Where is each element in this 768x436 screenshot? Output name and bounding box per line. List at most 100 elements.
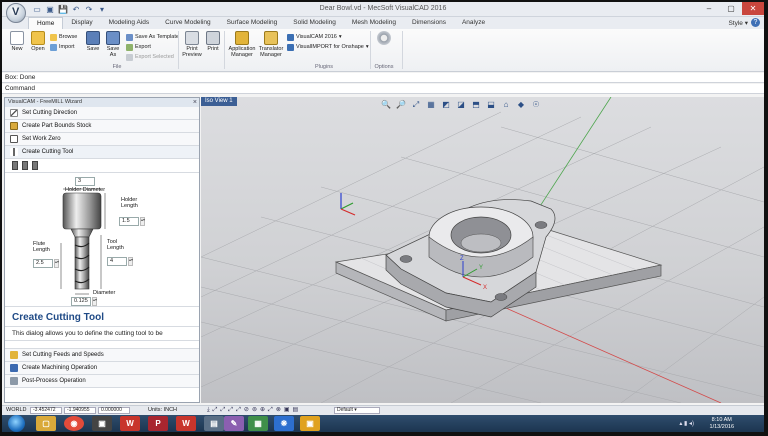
step-set-work-zero[interactable]: Set Work Zero: [5, 133, 199, 146]
step-create-cutting-tool[interactable]: Create Cutting Tool: [5, 146, 199, 159]
browse-button[interactable]: Browse: [50, 33, 77, 41]
tool-length-spinner[interactable]: ▴▾: [128, 257, 133, 266]
tab-modeling-aids[interactable]: Modeling Aids: [101, 17, 157, 29]
holder-length-input[interactable]: 1.5: [119, 217, 139, 226]
taskbar-app-6[interactable]: W: [176, 416, 196, 431]
visualimport-button[interactable]: VisualIMPORT for Onshape ▾: [287, 43, 369, 51]
tab-solid-modeling[interactable]: Solid Modeling: [285, 17, 344, 29]
tool-length-label: Tool Length: [107, 239, 124, 251]
tab-analyze[interactable]: Analyze: [454, 17, 493, 29]
step-create-machining-operation[interactable]: Create Machining Operation: [5, 362, 199, 375]
app-logo-letter: V: [12, 6, 20, 18]
visualcam-button[interactable]: VisualCAM 2016 ▾: [287, 33, 342, 41]
holder-diameter-input[interactable]: 3: [75, 177, 95, 186]
minimize-button[interactable]: –: [698, 2, 720, 15]
new-file-icon: [10, 31, 24, 45]
folder-open-icon: [31, 31, 45, 45]
snap-intersect-icon[interactable]: ⊗: [276, 406, 281, 415]
corner-radius-mill-icon[interactable]: [32, 161, 38, 170]
taskbar-app-9[interactable]: ▦: [248, 416, 268, 431]
system-tray[interactable]: ▴ ▮ ◂): [679, 420, 694, 427]
panel-title-text: VisualCAM - FreeMILL Wizard: [8, 99, 82, 105]
holder-length-spinner[interactable]: ▴▾: [140, 217, 145, 226]
taskbar-app-3[interactable]: ▣: [92, 416, 112, 431]
iso-viewport[interactable]: Iso View 1 🔍 🔎 ⤢ ▦ ◩ ◪ ⬒ ⬓ ⌂ ◆ ☉ Z Y X: [201, 97, 764, 403]
snap-end-icon[interactable]: ⤢: [213, 406, 218, 415]
tab-dimensions[interactable]: Dimensions: [404, 17, 454, 29]
taskbar-app-7[interactable]: ▤: [204, 416, 224, 431]
taskbar-clock[interactable]: 8:10 AM 1/13/2016: [710, 417, 734, 431]
save-button-label: Save: [86, 46, 100, 52]
model-scene: Z Y X: [201, 97, 764, 403]
mount-hole-front: [494, 293, 508, 301]
new-button[interactable]: New: [8, 31, 26, 52]
taskbar-chrome[interactable]: ◉: [64, 416, 84, 431]
save-disk-icon: [86, 31, 100, 45]
snap-mid-icon[interactable]: ⤢: [220, 406, 225, 415]
snap-point-icon[interactable]: ⤢: [228, 406, 233, 415]
options-button[interactable]: [376, 31, 392, 46]
ball-end-mill-icon[interactable]: [22, 161, 28, 170]
mount-hole-left: [399, 255, 413, 263]
taskbar-app-8[interactable]: ✎: [224, 416, 244, 431]
step-create-part-bounds-stock[interactable]: Create Part Bounds Stock: [5, 120, 199, 133]
save-as-button[interactable]: Save As: [104, 31, 122, 58]
export-selected-label: Export Selected: [135, 54, 174, 60]
step-post-process-operation[interactable]: Post-Process Operation: [5, 375, 199, 388]
layer-select[interactable]: Default ▾: [334, 407, 380, 414]
tab-home[interactable]: Home: [28, 17, 64, 29]
snap-near-icon[interactable]: ⤢: [236, 406, 241, 415]
step-set-cutting-feeds[interactable]: Set Cutting Feeds and Speeds: [5, 349, 199, 362]
save-button[interactable]: Save: [84, 31, 102, 52]
flat-end-mill-icon[interactable]: [12, 161, 18, 170]
snap-quad-icon[interactable]: ⊕: [260, 406, 265, 415]
style-menu[interactable]: Style ▾: [728, 19, 748, 27]
command-line[interactable]: Command: [2, 84, 764, 94]
application-manager-label: Application Manager: [228, 46, 256, 58]
export-button[interactable]: Export: [126, 43, 151, 51]
print-preview-label: Print Preview: [182, 46, 202, 58]
taskbar-app-4[interactable]: W: [120, 416, 140, 431]
panel-close-icon[interactable]: ×: [193, 98, 197, 107]
step-label: Set Work Zero: [22, 136, 61, 142]
clock-time: 8:10 AM: [711, 417, 732, 423]
step-label: Post-Process Operation: [22, 378, 86, 384]
import-button[interactable]: Import: [50, 43, 75, 51]
print-button[interactable]: Print: [205, 31, 221, 52]
taskbar-app-11[interactable]: ▣: [300, 416, 320, 431]
panel-title: VisualCAM - FreeMILL Wizard ×: [5, 98, 199, 107]
tab-surface-modeling[interactable]: Surface Modeling: [219, 17, 286, 29]
translator-manager-icon: [264, 31, 278, 45]
snap-center-icon[interactable]: ⊚: [252, 406, 257, 415]
open-button[interactable]: Open: [29, 31, 47, 52]
coordinate-system-label: WORLD: [6, 407, 27, 413]
translator-manager-button[interactable]: Translator Manager: [258, 31, 284, 58]
taskbar-explorer[interactable]: ▢: [36, 416, 56, 431]
taskbar-app-10[interactable]: ❋: [274, 416, 294, 431]
tool-length-input[interactable]: 4: [107, 257, 127, 266]
diameter-spinner[interactable]: ▴▾: [92, 297, 97, 306]
flute-length-spinner[interactable]: ▴▾: [54, 259, 59, 268]
step-set-cutting-direction[interactable]: Set Cutting Direction: [5, 107, 199, 120]
help-icon[interactable]: ?: [751, 18, 760, 27]
tab-mesh-modeling[interactable]: Mesh Modeling: [344, 17, 404, 29]
tab-curve-modeling[interactable]: Curve Modeling: [157, 17, 219, 29]
export-selected-button[interactable]: Export Selected: [126, 53, 174, 61]
snap-grid-icon[interactable]: ⤓: [207, 406, 210, 415]
save-as-template-button[interactable]: Save As Template: [126, 33, 179, 41]
tab-display[interactable]: Display: [63, 17, 100, 29]
print-preview-button[interactable]: Print Preview: [182, 31, 202, 58]
layer-manager-icon[interactable]: ▣: [284, 406, 290, 415]
flute-length-input[interactable]: 2.5: [33, 259, 53, 268]
snap-tangent-icon[interactable]: ⤢: [268, 406, 273, 415]
application-manager-button[interactable]: Application Manager: [228, 31, 256, 58]
snap-perp-icon[interactable]: ⊘: [244, 406, 249, 415]
svg-text:Y: Y: [479, 265, 483, 271]
taskbar-app-5[interactable]: P: [148, 416, 168, 431]
start-button[interactable]: [8, 415, 25, 432]
color-picker-icon[interactable]: ▤: [293, 406, 299, 415]
app-logo-button[interactable]: V: [6, 3, 26, 23]
close-button[interactable]: ✕: [742, 2, 764, 15]
diameter-input[interactable]: 0.125: [71, 297, 91, 306]
maximize-button[interactable]: ▢: [720, 2, 742, 15]
